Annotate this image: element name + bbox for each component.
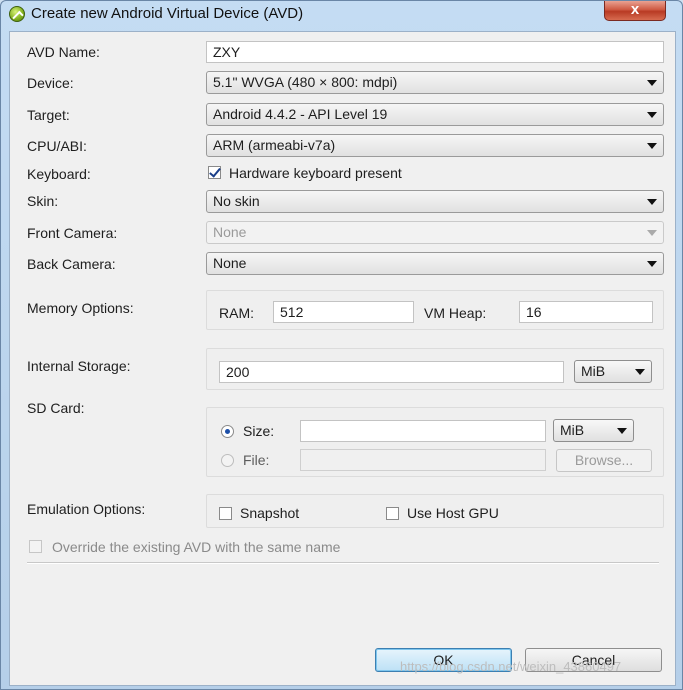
back-camera-select[interactable]: None [206, 252, 664, 275]
cpu-abi-value: ARM (armeabi-v7a) [213, 137, 336, 153]
chevron-down-icon [617, 428, 627, 434]
sd-size-radio[interactable] [221, 425, 234, 438]
sd-card-label: SD Card: [27, 400, 85, 416]
watermark-text: https://blog.csdn.net/weixin_43860497 [400, 659, 622, 674]
memory-options-label: Memory Options: [27, 300, 134, 316]
avd-name-input[interactable]: ZXY [206, 41, 664, 63]
back-camera-label: Back Camera: [27, 256, 116, 272]
override-avd-label: Override the existing AVD with the same … [52, 539, 341, 555]
sd-file-input [300, 449, 546, 471]
override-avd-checkbox [29, 540, 42, 553]
front-camera-select: None [206, 221, 664, 244]
separator [27, 562, 659, 564]
sd-file-radio[interactable] [221, 454, 234, 467]
chevron-down-icon [647, 143, 657, 149]
internal-storage-unit-value: MiB [581, 363, 606, 379]
device-select[interactable]: 5.1" WVGA (480 × 800: mdpi) [206, 71, 664, 94]
target-label: Target: [27, 107, 70, 123]
avd-name-label: AVD Name: [27, 44, 100, 60]
chevron-down-icon [647, 80, 657, 86]
sd-size-unit-value: MiB [560, 422, 585, 438]
window-title: Create new Android Virtual Device (AVD) [31, 5, 304, 22]
chevron-down-icon [647, 112, 657, 118]
internal-storage-unit-select[interactable]: MiB [574, 360, 652, 383]
target-value: Android 4.4.2 - API Level 19 [213, 106, 388, 122]
hardware-keyboard-label: Hardware keyboard present [229, 165, 402, 181]
sd-size-label: Size: [243, 423, 275, 439]
memory-options-group: RAM: 512 VM Heap: 16 [206, 290, 664, 330]
use-host-gpu-label: Use Host GPU [407, 505, 499, 521]
skin-label: Skin: [27, 193, 59, 209]
sd-size-input[interactable] [300, 420, 546, 442]
chevron-down-icon [647, 199, 657, 205]
close-button[interactable]: x [604, 1, 666, 21]
target-select[interactable]: Android 4.4.2 - API Level 19 [206, 103, 664, 126]
android-app-icon [9, 6, 25, 22]
vm-heap-label: VM Heap: [424, 305, 487, 321]
internal-storage-group: 200 MiB [206, 348, 664, 390]
use-host-gpu-checkbox[interactable] [386, 507, 399, 520]
chevron-down-icon [635, 369, 645, 375]
avd-dialog-window: Create new Android Virtual Device (AVD) … [0, 0, 683, 690]
front-camera-value: None [213, 224, 247, 240]
emulation-options-group: Snapshot Use Host GPU [206, 494, 664, 528]
skin-value: No skin [213, 193, 260, 209]
chevron-down-icon [647, 230, 657, 236]
vm-heap-input[interactable]: 16 [519, 301, 653, 323]
skin-select[interactable]: No skin [206, 190, 664, 213]
ram-label: RAM: [219, 305, 254, 321]
title-bar[interactable]: Create new Android Virtual Device (AVD) … [1, 1, 682, 27]
browse-button: Browse... [556, 449, 652, 472]
chevron-down-icon [647, 261, 657, 267]
back-camera-value: None [213, 255, 247, 271]
internal-storage-label: Internal Storage: [27, 358, 131, 374]
snapshot-label: Snapshot [240, 505, 300, 521]
dialog-content: AVD Name: ZXY Device: 5.1" WVGA (480 × 8… [9, 31, 676, 686]
internal-storage-input[interactable]: 200 [219, 361, 564, 383]
front-camera-label: Front Camera: [27, 225, 118, 241]
cpu-abi-label: CPU/ABI: [27, 138, 87, 154]
device-value: 5.1" WVGA (480 × 800: mdpi) [213, 74, 398, 90]
cpu-abi-select[interactable]: ARM (armeabi-v7a) [206, 134, 664, 157]
sd-size-unit-select[interactable]: MiB [553, 419, 634, 442]
ram-input[interactable]: 512 [273, 301, 414, 323]
sd-card-group: Size: MiB File: Browse... [206, 407, 664, 477]
keyboard-label: Keyboard: [27, 166, 91, 182]
close-icon: x [630, 1, 640, 18]
sd-file-label: File: [243, 452, 270, 468]
emulation-options-label: Emulation Options: [27, 501, 146, 517]
snapshot-checkbox[interactable] [219, 507, 232, 520]
device-label: Device: [27, 75, 74, 91]
hardware-keyboard-checkbox[interactable] [208, 166, 221, 179]
